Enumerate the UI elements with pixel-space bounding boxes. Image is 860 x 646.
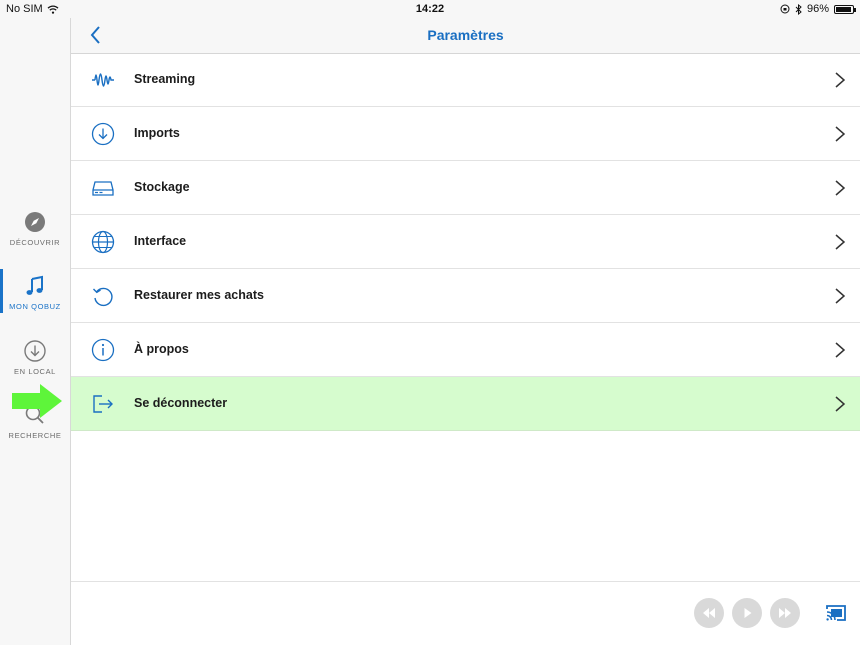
sidebar-item-label: RECHERCHE — [8, 431, 62, 440]
chevron-right-icon — [835, 72, 846, 88]
settings-row-imports[interactable]: Imports — [71, 107, 860, 161]
hard-drive-icon — [92, 181, 114, 196]
battery-icon — [834, 4, 856, 14]
clock: 14:22 — [415, 3, 445, 15]
chevron-right-icon — [835, 180, 846, 196]
chevron-right-icon — [835, 342, 846, 358]
bluetooth-icon — [795, 3, 802, 15]
play-icon — [744, 608, 752, 618]
rewind-icon — [703, 608, 715, 618]
chevron-right-icon — [835, 234, 846, 250]
compass-icon — [25, 212, 45, 232]
settings-row-label: Streaming — [134, 72, 196, 86]
fast-forward-button[interactable] — [770, 598, 800, 628]
waveform-icon — [92, 73, 114, 87]
settings-row-label: À propos — [134, 342, 189, 356]
music-note-icon — [26, 275, 43, 295]
sidebar-item-decouvrir[interactable]: DÉCOUVRIR — [0, 211, 70, 267]
settings-row-stockage[interactable]: Stockage — [71, 161, 860, 215]
annotation-arrow-icon — [12, 384, 62, 418]
settings-row-label: Interface — [134, 234, 187, 248]
fast-forward-icon — [779, 608, 791, 618]
sidebar-item-mon-qobuz[interactable]: MON QOBUZ — [0, 269, 70, 331]
restore-icon — [92, 287, 113, 307]
settings-row-streaming[interactable]: Streaming — [71, 53, 860, 107]
sidebar-item-label: DÉCOUVRIR — [9, 238, 61, 247]
download-circle-icon — [91, 122, 115, 146]
chevron-right-icon — [835, 396, 846, 412]
player-bar — [71, 581, 860, 646]
globe-icon — [91, 230, 115, 254]
chevron-right-icon — [835, 288, 846, 304]
info-icon — [91, 338, 115, 362]
settings-row-restaurer[interactable]: Restaurer mes achats — [71, 269, 860, 323]
play-button[interactable] — [732, 598, 762, 628]
settings-row-label: Stockage — [134, 180, 190, 194]
page-title: Paramètres — [427, 27, 504, 43]
status-bar: No SIM 14:22 96% — [0, 0, 860, 18]
settings-row-interface[interactable]: Interface — [71, 215, 860, 269]
settings-list: Streaming Imports Stockage Interface Res… — [71, 53, 860, 431]
rotation-lock-icon — [780, 4, 790, 14]
sidebar-item-label: EN LOCAL — [14, 367, 56, 376]
sidebar-item-label: MON QOBUZ — [9, 302, 61, 311]
status-right: 96% — [780, 3, 856, 15]
settings-row-label: Imports — [134, 126, 180, 140]
settings-row-label: Restaurer mes achats — [134, 288, 264, 302]
battery-percent: 96% — [806, 3, 829, 15]
chevron-right-icon — [835, 126, 846, 142]
nav-bar: Paramètres — [71, 18, 860, 54]
settings-row-label: Se déconnecter — [134, 396, 228, 410]
logout-icon — [93, 395, 113, 413]
settings-row-se-deconnecter[interactable]: Se déconnecter — [71, 377, 860, 431]
settings-row-a-propos[interactable]: À propos — [71, 323, 860, 377]
sidebar: DÉCOUVRIR MON QOBUZ EN LOCAL RECHERCHE — [0, 18, 71, 645]
rewind-button[interactable] — [694, 598, 724, 628]
cast-icon[interactable] — [825, 603, 847, 623]
download-circle-icon — [24, 340, 46, 362]
